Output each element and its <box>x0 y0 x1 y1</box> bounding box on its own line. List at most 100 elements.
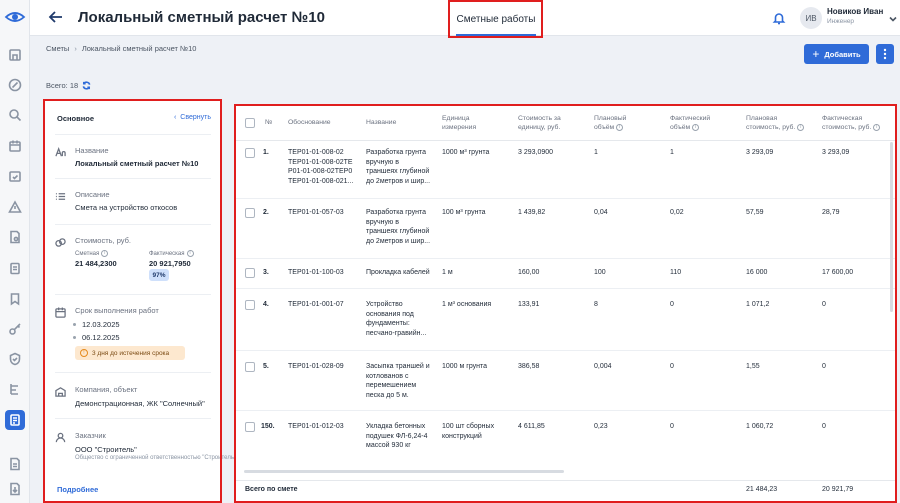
row-checkbox[interactable] <box>245 300 255 310</box>
name-label: Название <box>75 146 109 155</box>
compass-icon[interactable] <box>6 76 24 94</box>
row-num: 2. <box>263 209 269 216</box>
row-checkbox[interactable] <box>245 362 255 372</box>
info-icon[interactable]: i <box>797 123 805 131</box>
bell-icon[interactable] <box>772 11 786 25</box>
eye-logo-icon[interactable] <box>4 6 26 28</box>
actual-cost-value: 20 921,7950 <box>149 259 191 268</box>
header-fact-cost: Фактическая стоимость, руб. i <box>822 114 881 132</box>
deadline-label: Срок выполнения работ <box>75 306 159 315</box>
deadline-start: 12.03.2025 <box>73 320 120 329</box>
key-icon[interactable] <box>6 320 24 338</box>
percent-badge: 97% <box>149 269 169 281</box>
row-basis: ТЕР01-01-001-07 <box>288 301 344 308</box>
calendar-icon[interactable] <box>6 137 24 155</box>
row-plan-volume: 1 <box>594 149 598 156</box>
estimate-icon[interactable] <box>5 410 25 430</box>
breadcrumb-item-estimates[interactable]: Сметы <box>46 44 69 53</box>
chevron-left-icon: ‹ <box>173 114 177 121</box>
building-icon <box>55 384 67 397</box>
row-fact-volume: 0,02 <box>670 209 684 216</box>
info-icon[interactable]: i <box>616 123 624 131</box>
refresh-icon[interactable] <box>82 81 91 90</box>
header-num: № <box>265 119 273 126</box>
file-icon[interactable] <box>6 455 24 473</box>
row-num: 5. <box>263 363 269 370</box>
warning-icon[interactable] <box>6 198 24 216</box>
footer-total-label: Всего по смете <box>245 486 298 493</box>
tab-estimate-works[interactable]: Сметные работы <box>450 6 542 36</box>
horizontal-scrollbar[interactable] <box>244 470 564 473</box>
row-num: 1. <box>263 149 269 156</box>
select-all-checkbox[interactable] <box>245 118 255 128</box>
bookmark-icon[interactable] <box>6 290 24 308</box>
row-unit-cost: 133,91 <box>518 301 540 308</box>
row-plan-volume: 0,04 <box>594 209 608 216</box>
chevron-down-icon[interactable] <box>888 11 898 22</box>
info-icon[interactable]: i <box>692 123 700 131</box>
top-header: Локальный сметный расчет №10 Сметные раб… <box>30 0 900 36</box>
row-name: Прокладка кабелей <box>366 269 430 276</box>
description-label: Описание <box>75 190 110 199</box>
divider <box>55 372 211 373</box>
footer-fact-cost: 20 921,79 <box>822 486 854 493</box>
vertical-scrollbar[interactable] <box>890 142 893 312</box>
name-value: Локальный сметный расчет №10 <box>75 159 199 168</box>
divider <box>55 134 211 135</box>
deadline-end: 06.12.2025 <box>73 333 120 342</box>
row-basis: ТЕР01-01-057-03 <box>288 209 344 216</box>
row-basis: ТЕР01-01-012-03 <box>288 423 344 430</box>
search-icon[interactable] <box>6 106 24 124</box>
estimated-cost-label: Сметная i <box>75 250 109 257</box>
calendar-check-icon[interactable] <box>6 167 24 185</box>
header-basis: Обоснование <box>288 119 331 126</box>
file-export-icon[interactable] <box>6 480 24 498</box>
more-options-button[interactable] <box>876 44 894 64</box>
hierarchy-icon[interactable] <box>6 380 24 398</box>
footer-plan-cost: 21 484,23 <box>746 486 778 493</box>
add-button-label: Добавить <box>824 49 861 59</box>
header-name: Название <box>366 119 397 126</box>
home-icon[interactable] <box>6 46 24 64</box>
row-fact-cost: 0 <box>822 363 826 370</box>
row-num: 3. <box>263 269 269 276</box>
row-basis: ТЕР01-01-100-03 <box>288 269 344 276</box>
header-fact-volume: Фактический объём i <box>670 115 711 131</box>
divider <box>55 178 211 179</box>
info-icon[interactable]: i <box>186 250 194 257</box>
shield-icon[interactable] <box>6 350 24 368</box>
row-unit-cost: 160,00 <box>518 269 540 276</box>
user-icon <box>55 430 67 443</box>
avatar[interactable]: ИВ <box>800 7 822 29</box>
row-unit: 1 м³ основания <box>442 301 492 308</box>
row-checkbox[interactable] <box>245 208 255 218</box>
row-checkbox[interactable] <box>245 268 255 278</box>
company-label: Компания, объект <box>75 385 138 394</box>
row-checkbox[interactable] <box>245 148 255 158</box>
estimated-cost-value: 21 484,2300 <box>75 259 117 268</box>
divider <box>55 418 211 419</box>
row-num: 150. <box>261 423 275 430</box>
user-name[interactable]: Новиков Иван <box>827 7 883 16</box>
row-divider <box>236 288 895 289</box>
row-fact-volume: 0 <box>670 363 674 370</box>
back-arrow-icon[interactable] <box>48 9 64 25</box>
row-plan-cost: 1 060,72 <box>746 423 774 430</box>
clipboard-icon[interactable] <box>6 259 24 277</box>
document-settings-icon[interactable] <box>6 228 24 246</box>
divider <box>55 224 211 225</box>
info-icon[interactable]: i <box>873 123 881 131</box>
collapse-button[interactable]: ‹ Свернуть <box>174 114 211 121</box>
more-details-link[interactable]: Подробнее <box>57 485 98 494</box>
info-icon[interactable]: i <box>101 250 109 257</box>
clock-icon: ! <box>80 349 88 357</box>
row-unit-cost: 1 439,82 <box>518 209 546 216</box>
row-checkbox[interactable] <box>245 422 255 432</box>
add-button[interactable]: + Добавить <box>804 44 869 64</box>
row-divider <box>236 258 895 259</box>
description-value: Смета на устройство откосов <box>75 203 178 212</box>
row-name: Устройство основания под фундаменты: песчан… <box>366 301 427 337</box>
row-plan-cost: 1 071,2 <box>746 301 770 308</box>
plus-icon: + <box>812 47 820 61</box>
side-rail <box>0 0 30 503</box>
